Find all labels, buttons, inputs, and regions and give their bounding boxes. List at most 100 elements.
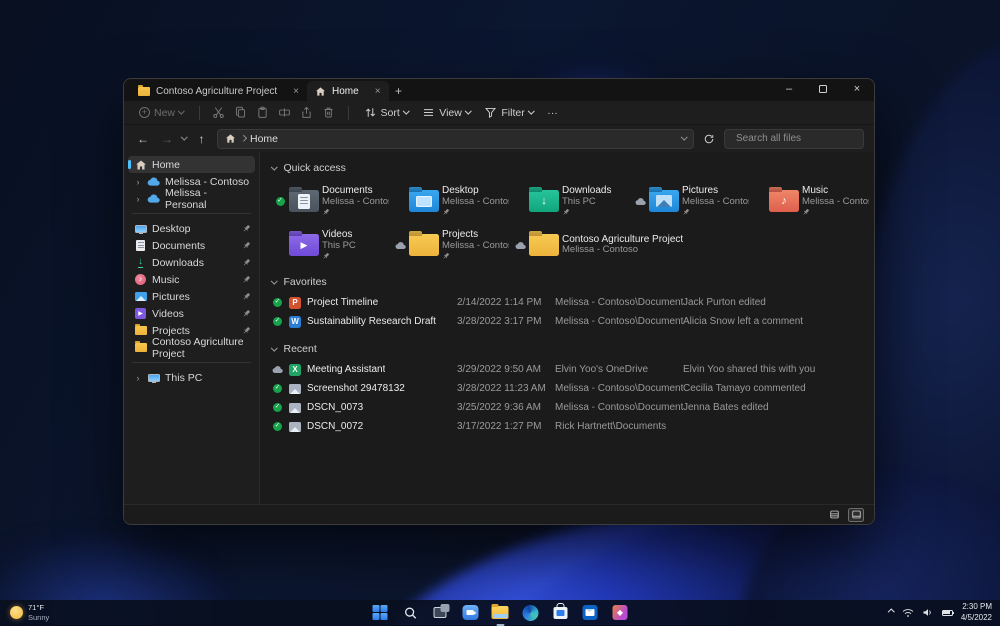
image-file-icon [289, 403, 301, 413]
expand-chevron-icon[interactable]: › [134, 373, 142, 383]
close-button[interactable]: × [840, 79, 874, 99]
new-button[interactable]: + New [134, 105, 189, 121]
weather-condition: Sunny [28, 613, 49, 623]
sidebar-item-label: This PC [165, 372, 202, 384]
document-icon [134, 240, 147, 251]
toolbar-divider [199, 106, 200, 120]
file-row-sustainability-research-draft[interactable]: ✓ W Sustainability Research Draft 3/28/2… [272, 312, 866, 331]
quick-access-tile-desktop[interactable]: Desktop Melissa - Contoso [392, 180, 511, 222]
tile-name: Downloads [562, 185, 611, 197]
back-button[interactable]: ← [134, 132, 152, 146]
search-input[interactable] [736, 133, 868, 144]
up-button[interactable]: ↑ [193, 132, 211, 146]
window-controls: – × [772, 79, 874, 99]
tile-location: Melissa - Contoso [322, 197, 389, 208]
sidebar-item-downloads[interactable]: ↓ Downloads [128, 254, 255, 271]
recent-locations-chevron-icon[interactable] [181, 134, 187, 140]
forward-button[interactable]: → [158, 132, 176, 146]
tab-contoso-agriculture-project[interactable]: Contoso Agriculture Project × [130, 81, 307, 101]
view-button[interactable]: View [417, 104, 475, 121]
content-pane: Quick access ✓ Documents Melissa - Conto… [260, 152, 874, 504]
pin-icon [322, 208, 389, 217]
section-header-quick-access[interactable]: Quick access [272, 160, 866, 176]
quick-access-tile-pictures[interactable]: Pictures Melissa - Contoso [632, 180, 751, 222]
more-options-button[interactable]: ··· [542, 105, 563, 121]
file-row-dscn-0073[interactable]: ✓ DSCN_0073 3/25/2022 9:36 AM Melissa - … [272, 398, 866, 417]
breadcrumb-path: Home [250, 133, 278, 145]
file-location: Melissa - Contoso\Documents [555, 402, 683, 413]
quick-access-tile-music[interactable]: ♪ Music Melissa - Contoso [752, 180, 871, 222]
taskbar-search-button[interactable] [400, 602, 421, 623]
collapse-chevron-icon[interactable] [271, 277, 277, 283]
windows-logo-icon [372, 605, 388, 621]
edge-button[interactable] [520, 602, 541, 623]
sidebar-item-home[interactable]: Home [128, 156, 255, 173]
refresh-button[interactable] [700, 130, 718, 148]
taskbar-weather-widget[interactable]: 71°F Sunny [10, 603, 49, 623]
file-row-project-timeline[interactable]: ✓ P Project Timeline 2/14/2022 1:14 PM M… [272, 293, 866, 312]
quick-access-tile-documents[interactable]: ✓ Documents Melissa - Contoso [272, 180, 391, 222]
share-button[interactable] [298, 104, 316, 122]
sidebar-item-melissa-personal[interactable]: › Melissa - Personal [128, 190, 255, 207]
file-date: 3/25/2022 9:36 AM [457, 402, 555, 413]
hidden-icons-chevron[interactable] [889, 610, 894, 615]
sidebar-item-this-pc[interactable]: › This PC [128, 369, 255, 386]
file-name: Project Timeline [307, 297, 378, 308]
file-explorer-button[interactable] [490, 602, 511, 623]
expand-chevron-icon[interactable]: › [134, 194, 142, 204]
sidebar-item-videos[interactable]: ▶ Videos [128, 305, 255, 322]
collapse-chevron-icon[interactable] [271, 344, 277, 350]
expand-chevron-icon[interactable]: › [134, 177, 142, 187]
folder-icon [409, 234, 439, 256]
file-activity: Elvin Yoo shared this with you [683, 364, 866, 375]
sidebar-item-documents[interactable]: Documents [128, 237, 255, 254]
delete-button[interactable] [320, 104, 338, 122]
videos-folder-icon: ▶ [289, 234, 319, 256]
wifi-icon[interactable] [902, 608, 914, 618]
chevron-right-icon [240, 135, 246, 141]
search-box[interactable] [724, 129, 864, 149]
file-row-screenshot-29478132[interactable]: ✓ Screenshot 29478132 3/28/2022 11:23 AM… [272, 379, 866, 398]
new-tab-button[interactable]: + [389, 81, 409, 101]
toolbar-divider [348, 106, 349, 120]
details-view-button[interactable] [826, 508, 842, 522]
breadcrumb[interactable]: Home [217, 129, 695, 149]
filter-button[interactable]: Filter [479, 104, 538, 121]
maximize-button[interactable] [806, 79, 840, 99]
microsoft-store-button[interactable] [550, 602, 571, 623]
office-app-icon: ◆ [613, 605, 628, 620]
chat-button[interactable] [460, 602, 481, 623]
task-view-button[interactable] [430, 602, 451, 623]
sidebar-item-contoso-agriculture-project[interactable]: Contoso Agriculture Project [128, 339, 255, 356]
outlook-button[interactable] [580, 602, 601, 623]
battery-icon[interactable] [942, 610, 953, 616]
paste-button[interactable] [254, 104, 272, 122]
more-options-icon: ··· [547, 107, 558, 119]
quick-access-tile-contoso-agriculture-project[interactable]: Contoso Agriculture Project Melissa - Co… [512, 224, 751, 266]
rename-button[interactable] [276, 104, 294, 122]
quick-access-tile-downloads[interactable]: ↓ Downloads This PC [512, 180, 631, 222]
sidebar-item-music[interactable]: ♪ Music [128, 271, 255, 288]
address-dropdown-chevron-icon[interactable] [681, 134, 687, 140]
copy-button[interactable] [232, 104, 250, 122]
tab-close-icon[interactable]: × [375, 86, 381, 97]
section-header-recent[interactable]: Recent [272, 341, 866, 357]
file-row-meeting-assistant[interactable]: X Meeting Assistant 3/29/2022 9:50 AM El… [272, 360, 866, 379]
sidebar-item-pictures[interactable]: Pictures [128, 288, 255, 305]
start-button[interactable] [370, 602, 391, 623]
collapse-chevron-icon[interactable] [271, 163, 277, 169]
tab-close-icon[interactable]: × [293, 86, 299, 97]
quick-access-tile-videos[interactable]: ▶ Videos This PC [272, 224, 391, 266]
tab-home[interactable]: Home × [307, 81, 389, 101]
office-app-button[interactable]: ◆ [610, 602, 631, 623]
cut-button[interactable] [210, 104, 228, 122]
sidebar-item-desktop[interactable]: Desktop [128, 220, 255, 237]
sort-button[interactable]: Sort [359, 104, 414, 121]
section-header-favorites[interactable]: Favorites [272, 274, 866, 290]
taskbar-clock[interactable]: 2:30 PM 4/5/2022 [961, 602, 992, 623]
file-row-dscn-0072[interactable]: ✓ DSCN_0072 3/17/2022 1:27 PM Rick Hartn… [272, 417, 866, 436]
minimize-button[interactable]: – [772, 79, 806, 99]
quick-access-tile-projects[interactable]: Projects Melissa - Contoso [392, 224, 511, 266]
volume-icon[interactable] [922, 607, 934, 618]
thumbnails-view-button[interactable] [848, 508, 864, 522]
